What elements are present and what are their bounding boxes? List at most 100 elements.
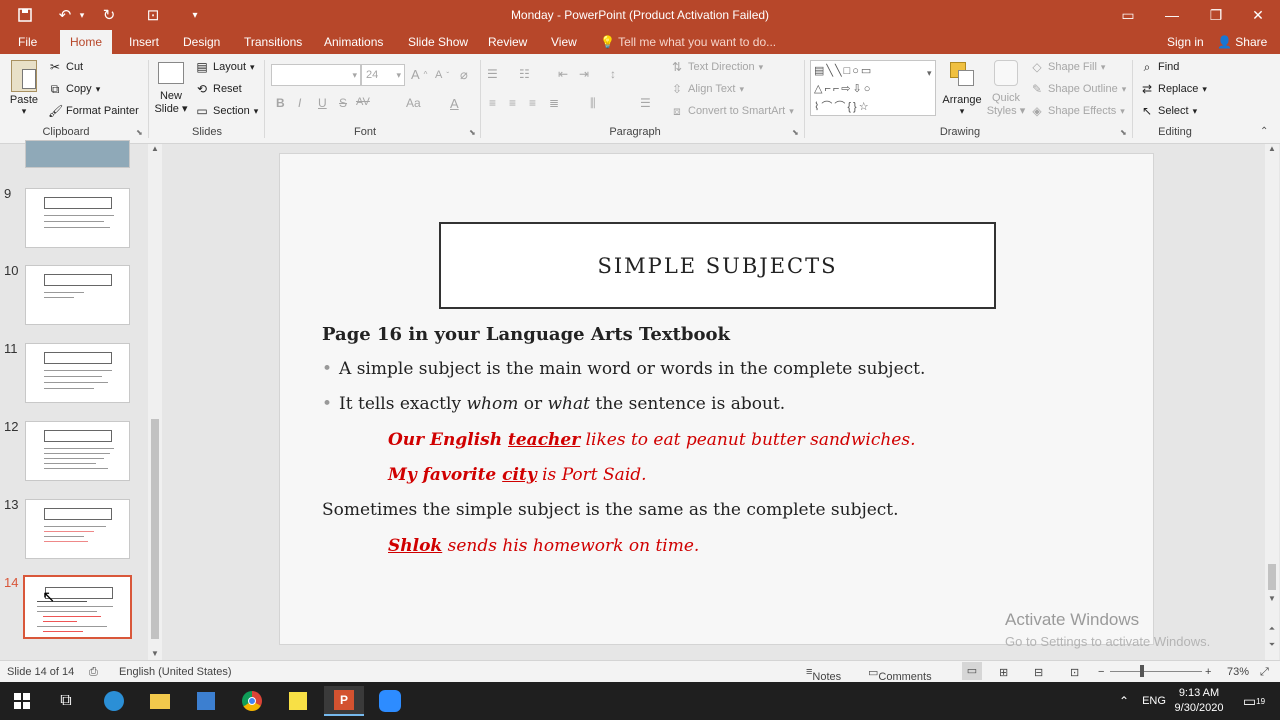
collapse-ribbon-icon[interactable]: ⌃ <box>1260 126 1268 137</box>
tab-transitions[interactable]: Transitions <box>236 30 310 54</box>
tab-review[interactable]: Review <box>480 30 535 54</box>
slide-thumbnail-13[interactable] <box>25 499 130 559</box>
slide-thumbnail-11[interactable] <box>25 343 130 403</box>
fit-to-window-icon[interactable]: ⤢ <box>1260 666 1269 679</box>
line-spacing-icon[interactable]: ↕ <box>610 67 616 81</box>
slide-14[interactable]: SIMPLE SUBJECTS Page 16 in your Language… <box>279 153 1154 645</box>
zoom-app-icon[interactable] <box>370 686 410 716</box>
notes-button[interactable]: ≡ Notes <box>806 666 841 683</box>
section-button[interactable]: ▭ Section ▾ <box>195 104 258 118</box>
system-clock[interactable]: 9:13 AM 9/30/2020 <box>1168 686 1230 716</box>
columns-icon[interactable]: ⫼ <box>590 96 596 111</box>
zoom-level[interactable]: 73% <box>1227 666 1249 678</box>
format-painter-button[interactable]: 🖌 Format Painter <box>48 104 139 118</box>
shape-outline-button[interactable]: ✎ Shape Outline ▾ <box>1030 82 1126 96</box>
ribbon-display-options-icon[interactable]: ▭ <box>1106 0 1150 30</box>
zoom-slider[interactable] <box>1110 671 1202 672</box>
bullets-icon[interactable]: ☰ <box>487 67 498 81</box>
tab-file[interactable]: File <box>10 30 45 54</box>
spellcheck-icon[interactable]: ⎙ <box>89 666 98 679</box>
canvas-scrollbar[interactable]: ▲ ▼ ⏶ ⏷ <box>1265 144 1279 660</box>
close-icon[interactable]: ✕ <box>1236 0 1280 30</box>
reset-button[interactable]: ⟲ Reset <box>195 82 242 96</box>
slide-thumbnail-10[interactable] <box>25 265 130 325</box>
italic-button[interactable]: I <box>298 96 301 110</box>
align-right-icon[interactable]: ≡ <box>529 96 536 110</box>
tab-design[interactable]: Design <box>175 30 228 54</box>
font-name-box[interactable]: ▾ <box>271 64 361 86</box>
character-spacing-button[interactable]: AV <box>356 96 370 108</box>
select-button[interactable]: ↖ Select ▾ <box>1140 104 1197 118</box>
paragraph-launcher-icon[interactable]: ⬊ <box>792 128 799 137</box>
zoom-in-icon[interactable]: + <box>1205 666 1211 678</box>
share-button[interactable]: 👤 Share <box>1217 30 1267 54</box>
underline-button[interactable]: U <box>318 96 327 110</box>
scroll-thumb[interactable] <box>151 419 159 639</box>
normal-view-icon[interactable]: ▭ <box>962 662 982 680</box>
justify-icon[interactable]: ≣ <box>549 96 559 110</box>
powerpoint-taskbar-icon[interactable]: P <box>324 686 364 716</box>
thumbnails-scrollbar[interactable]: ▲ ▼ <box>148 144 162 660</box>
font-launcher-icon[interactable]: ⬊ <box>469 128 476 137</box>
tab-animations[interactable]: Animations <box>316 30 391 54</box>
scroll-thumb[interactable] <box>1268 564 1276 590</box>
align-text-button[interactable]: ⇳ Align Text ▾ <box>670 82 744 96</box>
shape-fill-button[interactable]: ◇ Shape Fill ▾ <box>1030 60 1105 74</box>
zoom-slider-thumb[interactable] <box>1140 665 1144 677</box>
shapes-more-icon[interactable]: ▾ <box>927 68 932 79</box>
quick-styles-button[interactable]: Quick Styles ▾ <box>986 58 1026 117</box>
chrome-icon[interactable] <box>232 686 272 716</box>
font-size-box[interactable]: 24 ▾ <box>361 64 405 86</box>
slideshow-view-icon[interactable]: ⊡ <box>1070 666 1079 679</box>
tab-home[interactable]: Home <box>60 30 113 54</box>
slide-thumbnail-9[interactable] <box>25 188 130 248</box>
change-case-button[interactable]: Aa <box>406 96 421 110</box>
tell-me-box[interactable]: 💡 Tell me what you want to do... <box>600 30 776 54</box>
tab-insert[interactable]: Insert <box>121 30 167 54</box>
reading-view-icon[interactable]: ⊟ <box>1034 666 1043 679</box>
slide-thumbnail-14[interactable] <box>23 575 132 639</box>
tab-view[interactable]: View <box>543 30 585 54</box>
language-indicator[interactable]: English (United States) <box>119 666 232 678</box>
copy-button[interactable]: ⧉ Copy ▾ <box>48 82 101 96</box>
edge-browser-icon[interactable] <box>94 686 134 716</box>
windows-start-icon[interactable] <box>2 686 42 716</box>
sign-in-link[interactable]: Sign in <box>1167 30 1204 54</box>
next-slide-icon[interactable]: ⏷ <box>1265 640 1279 650</box>
find-button[interactable]: ⌕ Find <box>1140 60 1180 74</box>
decrease-indent-icon[interactable]: ⇤ <box>558 67 568 81</box>
slide-title-box[interactable]: SIMPLE SUBJECTS <box>439 222 996 309</box>
slide-thumbnail-12[interactable] <box>25 421 130 481</box>
slide-sorter-icon[interactable]: ⊞ <box>999 666 1008 679</box>
layout-button[interactable]: ▤ Layout ▾ <box>195 60 254 74</box>
scroll-down-icon[interactable]: ▼ <box>1265 594 1279 603</box>
numbering-icon[interactable]: ☷ <box>519 67 530 81</box>
language-indicator-taskbar[interactable]: ENG <box>1136 686 1172 716</box>
restore-icon[interactable]: ❐ <box>1194 0 1238 30</box>
file-explorer-icon[interactable] <box>140 686 180 716</box>
comments-button[interactable]: ▭ Comments <box>868 666 932 683</box>
new-slide-button[interactable]: New Slide ▾ <box>152 58 190 115</box>
paste-button[interactable]: Paste ▾ <box>6 58 42 117</box>
text-direction-icon-small[interactable]: ☰ <box>640 96 651 110</box>
shrink-font-button[interactable]: Aˇ <box>435 69 449 81</box>
align-left-icon[interactable]: ≡ <box>489 96 496 110</box>
convert-smartart-button[interactable]: ⧈ Convert to SmartArt ▾ <box>670 104 794 118</box>
tab-slide-show[interactable]: Slide Show <box>400 30 476 54</box>
arrange-button[interactable]: Arrange ▾ <box>940 58 984 117</box>
scroll-up-icon[interactable]: ▲ <box>1265 144 1279 153</box>
strikethrough-button[interactable]: S <box>339 96 347 110</box>
drawing-launcher-icon[interactable]: ⬊ <box>1120 128 1127 137</box>
grow-font-button[interactable]: A ^ <box>411 67 427 82</box>
previous-slide-icon[interactable]: ⏶ <box>1265 624 1279 634</box>
shape-effects-button[interactable]: ◈ Shape Effects ▾ <box>1030 104 1124 118</box>
bold-button[interactable]: B <box>276 96 285 110</box>
align-center-icon[interactable]: ≡ <box>509 96 516 110</box>
scroll-up-icon[interactable]: ▲ <box>148 144 162 153</box>
show-hidden-icons-icon[interactable]: ⌃ <box>1112 686 1136 716</box>
text-direction-button[interactable]: ⇅ Text Direction ▾ <box>670 60 763 74</box>
minimize-icon[interactable]: — <box>1150 0 1194 30</box>
action-center-icon[interactable]: ▭ 19 <box>1236 686 1272 716</box>
clipboard-launcher-icon[interactable]: ⬊ <box>136 128 143 137</box>
store-icon[interactable] <box>186 686 226 716</box>
